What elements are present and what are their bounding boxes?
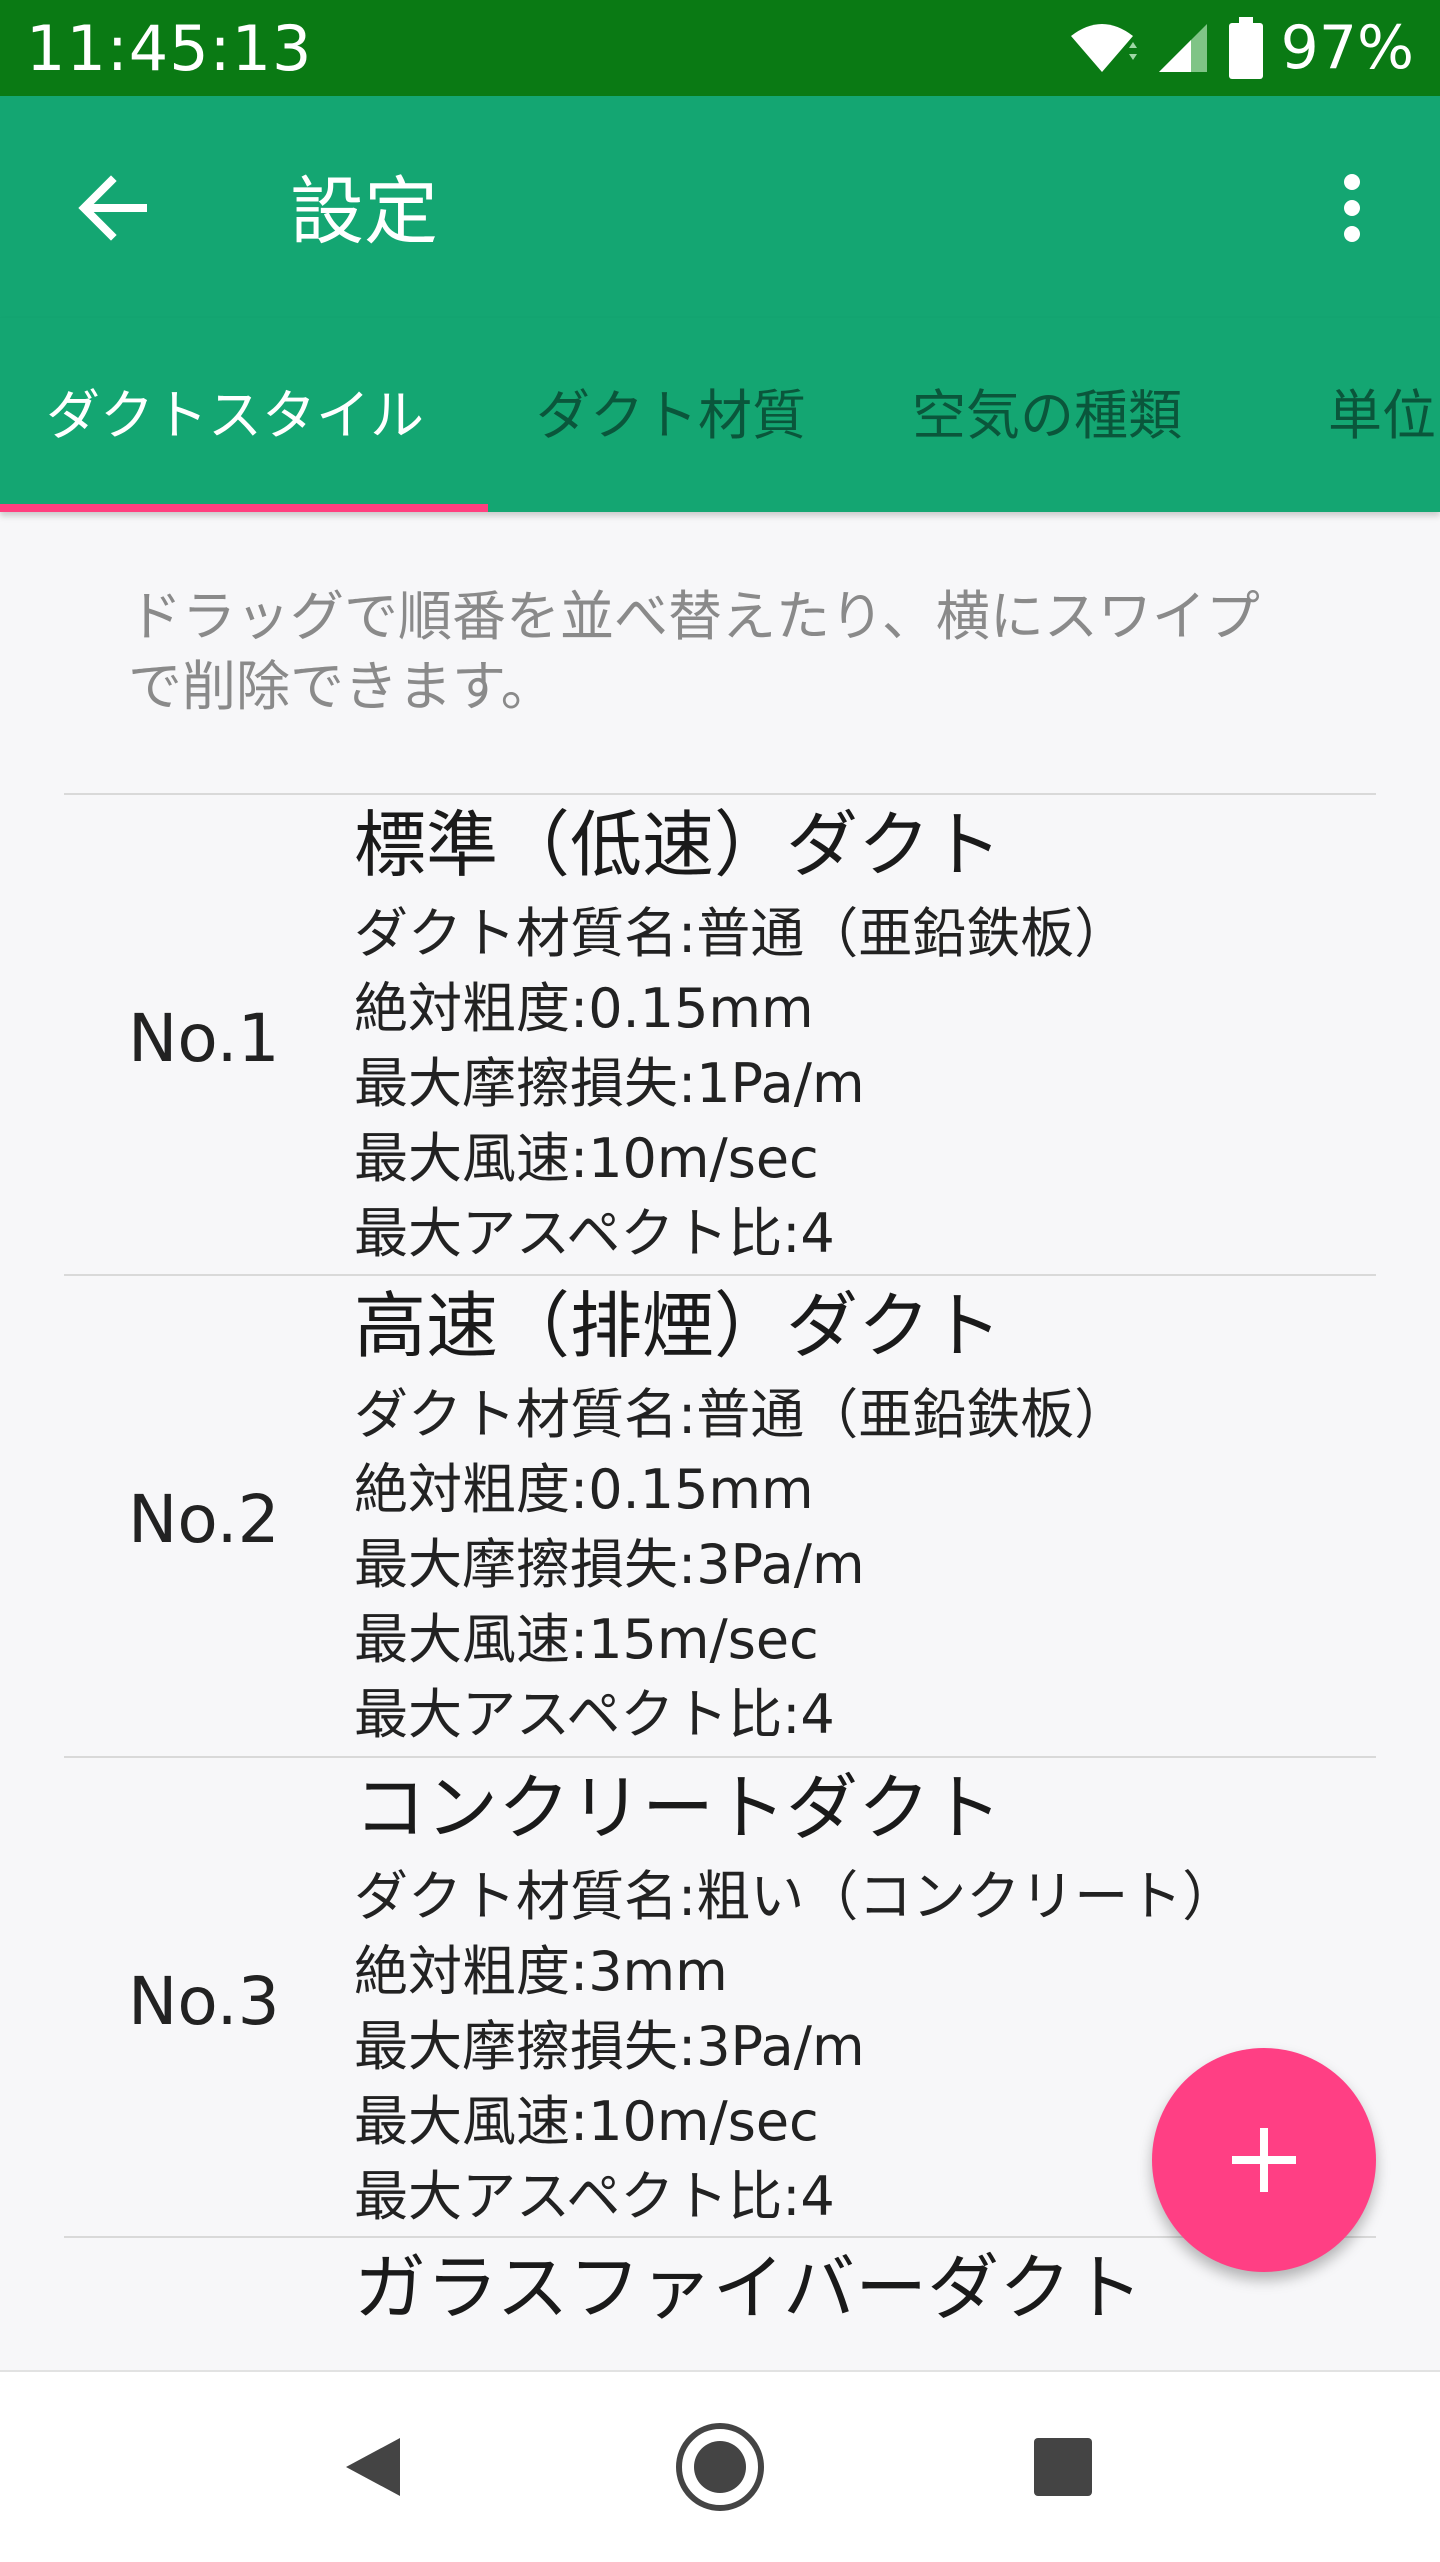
list-item[interactable]: No.1 標準（低速）ダクト ダクト材質名:普通（亜鉛鉄板） 絶対粗度:0.15… xyxy=(0,800,1440,1272)
tab-bar: ダクトスタイル ダクト材質 空気の種類 単位 xyxy=(0,318,1440,512)
plus-icon xyxy=(1232,2128,1296,2192)
entry-roughness: 絶対粗度:0.15mm xyxy=(354,1458,814,1521)
status-bar: 11:45:13 97% xyxy=(0,0,1440,96)
entry-material: ダクト材質名:普通（亜鉛鉄板） xyxy=(354,902,1129,965)
page-title: 設定 xyxy=(290,169,438,255)
entry-aspect-ratio: 最大アスペクト比:4 xyxy=(354,2165,835,2228)
nav-recents-icon xyxy=(1034,2438,1092,2496)
cell-signal-icon xyxy=(1158,24,1207,72)
nav-home-icon xyxy=(676,2423,764,2511)
status-time: 11:45:13 xyxy=(26,11,313,85)
overflow-menu-button[interactable] xyxy=(1310,166,1394,250)
back-button[interactable] xyxy=(70,166,154,250)
entry-friction: 最大摩擦損失:1Pa/m xyxy=(354,1052,865,1115)
tab-indicator xyxy=(0,504,488,512)
battery-percent: 97% xyxy=(1280,13,1414,83)
nav-recents-button[interactable] xyxy=(1008,2412,1118,2522)
list-divider xyxy=(64,1756,1376,1758)
entry-velocity: 最大風速:10m/sec xyxy=(354,2090,819,2153)
hint-text: ドラッグで順番を並べ替えたり、横にスワイプで削除できます。 xyxy=(128,585,1260,718)
entry-aspect-ratio: 最大アスペクト比:4 xyxy=(354,1683,835,1746)
entry-roughness: 絶対粗度:0.15mm xyxy=(354,977,814,1040)
nav-back-button[interactable] xyxy=(318,2412,428,2522)
entry-name: コンクリートダクト xyxy=(354,1766,1003,1850)
nav-back-icon xyxy=(346,2438,400,2496)
entry-number: No.2 xyxy=(128,1481,280,1558)
entry-roughness: 絶対粗度:3mm xyxy=(354,1940,728,2003)
add-button[interactable] xyxy=(1152,2048,1376,2272)
entry-velocity: 最大風速:10m/sec xyxy=(354,1127,819,1190)
wifi-icon xyxy=(1070,24,1137,72)
entry-friction: 最大摩擦損失:3Pa/m xyxy=(354,1533,865,1596)
tab-duct-style[interactable]: ダクトスタイル xyxy=(46,318,424,512)
list-divider xyxy=(64,1274,1376,1276)
list-divider xyxy=(64,793,1376,795)
entry-number: No.1 xyxy=(128,1000,280,1077)
entry-name: 標準（低速）ダクト xyxy=(354,803,1003,887)
tab-air-type[interactable]: 空気の種類 xyxy=(912,318,1182,512)
status-icons: 97% xyxy=(1067,13,1414,83)
system-nav-bar xyxy=(0,2370,1440,2562)
entry-aspect-ratio: 最大アスペクト比:4 xyxy=(354,1202,835,1265)
entry-velocity: 最大風速:15m/sec xyxy=(354,1608,819,1671)
nav-home-button[interactable] xyxy=(665,2412,775,2522)
more-vert-icon xyxy=(1344,174,1360,242)
entry-material: ダクト材質名:普通（亜鉛鉄板） xyxy=(354,1383,1129,1446)
tab-unit[interactable]: 単位 xyxy=(1328,318,1436,512)
entry-friction: 最大摩擦損失:3Pa/m xyxy=(354,2015,865,2078)
tab-duct-material[interactable]: ダクト材質 xyxy=(536,318,806,512)
entry-material: ダクト材質名:粗い（コンクリート） xyxy=(354,1865,1237,1928)
entry-name: ガラスファイバーダクト xyxy=(354,2246,1144,2330)
list-divider xyxy=(64,2236,1376,2238)
battery-icon xyxy=(1228,17,1263,79)
entry-name: 高速（排煙）ダクト xyxy=(354,1284,1003,1368)
arrow-back-icon xyxy=(78,175,147,241)
entry-number: No.3 xyxy=(128,1963,280,2040)
list-item[interactable]: No.2 高速（排煙）ダクト ダクト材質名:普通（亜鉛鉄板） 絶対粗度:0.15… xyxy=(0,1281,1440,1753)
app-bar: 設定 xyxy=(0,96,1440,318)
